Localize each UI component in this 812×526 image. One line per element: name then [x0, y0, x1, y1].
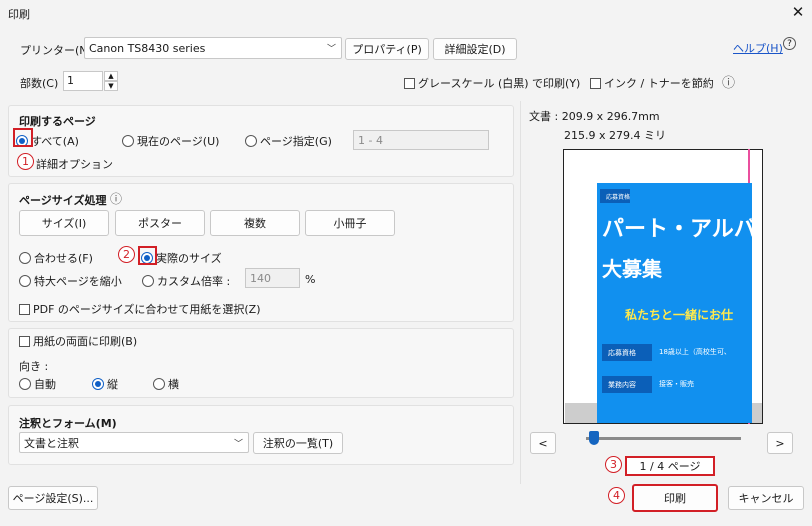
page-range-input[interactable]: 1 - 4	[353, 130, 489, 150]
poster-preview: 応募資格 パート・アルバ 大募集 私たちと一緒にお仕 応募資格 18歳以上（高校…	[597, 183, 752, 423]
custom-scale-label: カスタム倍率 :	[157, 275, 231, 288]
help-link[interactable]: ヘルプ(H)	[733, 40, 783, 56]
poster-headline-2: 大募集	[602, 257, 662, 281]
pdf-paper-label: PDF のページサイズに合わせて用紙を選択(Z)	[33, 303, 261, 316]
annotation-number-3: 3	[605, 456, 622, 473]
radio-dot	[19, 275, 31, 287]
poster-row-tag: 業務内容	[602, 376, 652, 393]
paper-size: 215.9 x 279.4 ミリ	[564, 129, 666, 142]
tab-poster[interactable]: ポスター	[115, 210, 205, 236]
document-size: 文書 : 209.9 x 296.7mm	[529, 110, 660, 123]
shrink-radio[interactable]: 特大ページを縮小	[19, 273, 122, 289]
printer-select[interactable]: Canon TS8430 series ﹀	[84, 37, 342, 59]
page-slider-thumb[interactable]	[589, 431, 600, 445]
decrement-icon[interactable]: ▼	[104, 81, 118, 91]
pages-specify-radio[interactable]: ページ指定(G)	[245, 133, 332, 149]
checkbox-box	[19, 303, 30, 315]
printer-value: Canon TS8430 series	[89, 41, 206, 55]
orientation-landscape-radio[interactable]: 横	[153, 376, 179, 392]
comments-value: 文書と注釈	[24, 436, 79, 450]
more-options-link[interactable]: 詳細オプション	[36, 156, 113, 172]
poster-subheadline: 私たちと一緒にお仕	[625, 308, 734, 322]
close-icon[interactable]: ✕	[785, 1, 811, 23]
checkbox-box	[590, 77, 601, 89]
page-indicator: 1 / 4 ページ	[625, 456, 715, 476]
grayscale-label: グレースケール (白黒) で印刷(Y)	[418, 77, 581, 90]
orientation-portrait-radio[interactable]: 縦	[92, 376, 118, 392]
info-icon[interactable]: ⓘ	[722, 72, 735, 91]
cancel-button[interactable]: キャンセル	[728, 486, 804, 510]
pages-all-label: すべて(A)	[31, 135, 79, 148]
window-title: 印刷	[8, 8, 30, 21]
radio-dot	[92, 378, 104, 390]
custom-scale-input[interactable]: 140	[245, 268, 300, 288]
shrink-label: 特大ページを縮小	[34, 275, 122, 288]
orientation-label: 向き :	[19, 360, 49, 373]
page-slider-track[interactable]	[586, 437, 741, 440]
divider	[520, 101, 521, 484]
percent-label: %	[305, 273, 316, 286]
poster-tag: 応募資格	[600, 189, 630, 203]
increment-icon[interactable]: ▲	[104, 71, 118, 81]
highlight-box-all	[13, 128, 33, 147]
fit-label: 合わせる(F)	[34, 252, 93, 265]
annotation-number-4: 4	[608, 487, 625, 504]
previous-page-button[interactable]: <	[530, 432, 556, 454]
radio-dot	[19, 252, 31, 264]
poster-headline-1: パート・アルバ	[602, 217, 752, 242]
checkbox-box	[404, 77, 415, 89]
chevron-down-icon: ﹀	[326, 44, 336, 55]
pages-specify-label: ページ指定(G)	[260, 135, 332, 148]
info-icon[interactable]: ⓘ	[110, 190, 122, 207]
tab-booklet[interactable]: 小冊子	[305, 210, 395, 236]
pages-heading: 印刷するページ	[19, 115, 96, 128]
grayscale-checkbox[interactable]: グレースケール (白黒) で印刷(Y)	[404, 75, 580, 91]
orientation-portrait-label: 縦	[107, 378, 118, 391]
radio-dot	[245, 135, 257, 147]
duplex-checkbox[interactable]: 用紙の両面に印刷(B)	[19, 333, 137, 349]
print-button[interactable]: 印刷	[632, 484, 718, 512]
fit-radio[interactable]: 合わせる(F)	[19, 250, 93, 266]
pages-current-label: 現在のページ(U)	[137, 135, 220, 148]
poster-row-text: 接客・販売	[659, 380, 694, 388]
highlight-box-actual	[138, 246, 157, 265]
radio-dot	[122, 135, 134, 147]
radio-dot	[19, 378, 31, 390]
radio-dot	[142, 275, 154, 287]
size-heading: ページサイズ処理	[19, 194, 107, 207]
orientation-auto-label: 自動	[34, 378, 56, 391]
save-ink-label: インク / トナーを節約	[604, 77, 714, 90]
annotation-number-1: 1	[17, 153, 34, 170]
actual-size-label: 実際のサイズ	[156, 252, 222, 265]
duplex-label: 用紙の両面に印刷(B)	[33, 335, 138, 348]
orientation-auto-radio[interactable]: 自動	[19, 376, 56, 392]
copies-label: 部数(C) :	[20, 77, 66, 90]
pdf-paper-checkbox[interactable]: PDF のページサイズに合わせて用紙を選択(Z)	[19, 301, 261, 317]
copies-input[interactable]: 1	[63, 71, 103, 91]
pages-current-radio[interactable]: 現在のページ(U)	[122, 133, 219, 149]
checkbox-box	[19, 335, 30, 347]
comments-summary-button[interactable]: 注釈の一覧(T)	[253, 432, 343, 454]
page-setup-button[interactable]: ページ設定(S)...	[8, 486, 98, 510]
advanced-button[interactable]: 詳細設定(D)	[433, 38, 517, 60]
tab-multiple[interactable]: 複数	[210, 210, 300, 236]
comments-select[interactable]: 文書と注釈 ﹀	[19, 432, 249, 453]
save-ink-checkbox[interactable]: インク / トナーを節約	[590, 75, 714, 91]
custom-scale-radio[interactable]: カスタム倍率 :	[142, 273, 230, 289]
properties-button[interactable]: プロパティ(P)	[345, 38, 429, 60]
orientation-landscape-label: 横	[168, 378, 179, 391]
poster-row-text: 18歳以上（高校生可、	[659, 348, 731, 356]
next-page-button[interactable]: >	[767, 432, 793, 454]
chevron-down-icon: ﹀	[233, 439, 243, 449]
comments-heading: 注釈とフォーム(M)	[19, 417, 117, 430]
annotation-number-2: 2	[118, 246, 135, 263]
help-icon[interactable]: ?	[783, 37, 796, 50]
tab-size[interactable]: サイズ(I)	[19, 210, 109, 236]
radio-dot	[153, 378, 165, 390]
poster-row-tag: 応募資格	[602, 344, 652, 361]
